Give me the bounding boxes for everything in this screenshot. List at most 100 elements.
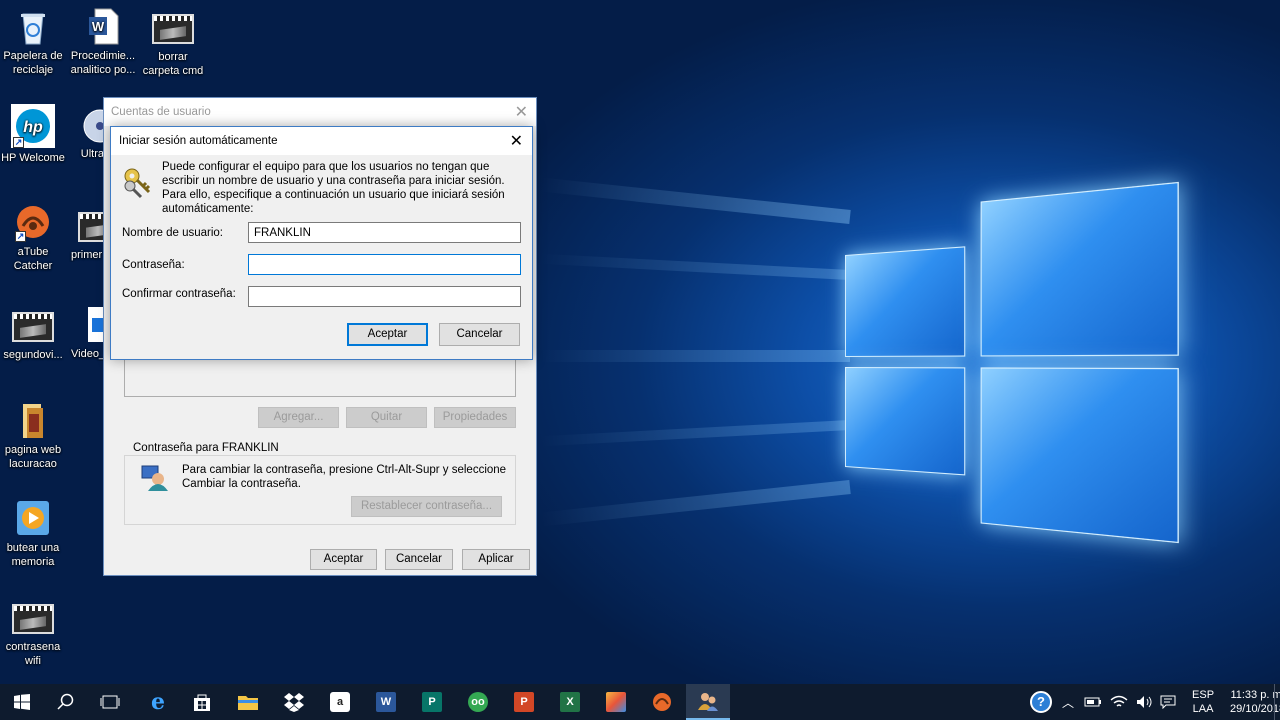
edge-icon: e bbox=[151, 689, 165, 715]
video-file-icon bbox=[80, 304, 104, 344]
paint-button[interactable] bbox=[594, 684, 638, 720]
volume-icon[interactable] bbox=[1136, 695, 1152, 709]
desktop-icon-label: aTube Catcher bbox=[13, 246, 53, 272]
system-tray: ? ︿ ESP LAA 11:33 p. m. 29/10/2018 bbox=[1030, 684, 1280, 720]
excel-button[interactable]: X bbox=[548, 684, 592, 720]
paint-icon bbox=[606, 692, 626, 712]
confirm-password-label: Confirmar contraseña: bbox=[122, 288, 236, 300]
desktop-icon-procedimiento[interactable]: W Procedimie... analitico po... bbox=[70, 6, 136, 77]
reset-password-button[interactable]: Restablecer contraseña... bbox=[351, 496, 502, 517]
media-player-icon bbox=[13, 498, 53, 538]
desktop-icon-label: pagina web lacuracao bbox=[4, 444, 62, 470]
windows-logo bbox=[845, 181, 1180, 544]
dropbox-button[interactable] bbox=[272, 684, 316, 720]
video-thumbnail-icon bbox=[78, 212, 104, 242]
task-view-button[interactable] bbox=[88, 684, 132, 720]
store-icon bbox=[194, 694, 210, 711]
wifi-icon[interactable] bbox=[1110, 695, 1128, 709]
dialog-cancel-button[interactable]: Cancelar bbox=[439, 323, 520, 346]
users-key-icon bbox=[140, 464, 170, 492]
remove-button[interactable]: Quitar bbox=[346, 407, 427, 428]
desktop-icon-primer[interactable]: primer bbox=[68, 212, 104, 262]
atube-catcher-button[interactable] bbox=[640, 684, 684, 720]
battery-icon[interactable] bbox=[1084, 696, 1102, 708]
word-document-icon: W bbox=[83, 6, 123, 46]
windows-start-icon bbox=[14, 694, 30, 710]
desktop-icon-label: butear una memoria bbox=[6, 542, 60, 568]
amazon-button[interactable]: a bbox=[318, 684, 362, 720]
word-icon: W bbox=[376, 692, 396, 712]
close-icon[interactable]: ✕ bbox=[510, 131, 523, 151]
window-title: Cuentas de usuario bbox=[111, 106, 211, 118]
desktop-icon-borrar-carpeta[interactable]: borrar carpeta cmd bbox=[140, 6, 206, 78]
clock[interactable]: 11:33 p. m. 29/10/2018 bbox=[1230, 688, 1280, 716]
desktop-icon-recycle-bin[interactable]: Papelera de reciclaje bbox=[0, 6, 66, 77]
desktop-icon-pagina-web[interactable]: pagina web lacuracao bbox=[0, 400, 66, 471]
desktop-icon-label: segundovi... bbox=[3, 349, 63, 361]
add-button[interactable]: Agregar... bbox=[258, 407, 339, 428]
tripadvisor-button[interactable]: oo bbox=[456, 684, 500, 720]
keyboard-layout: LAA bbox=[1192, 703, 1214, 715]
task-view-icon bbox=[100, 695, 120, 709]
notifications-icon[interactable] bbox=[1160, 695, 1176, 709]
shortcut-arrow-icon: ↗ bbox=[15, 231, 26, 242]
close-icon[interactable]: ✕ bbox=[515, 102, 528, 122]
password-group-title: Contraseña para FRANKLIN bbox=[130, 442, 282, 454]
autologon-dialog: Iniciar sesión automáticamente ✕ Puede c… bbox=[110, 126, 533, 360]
accounts-ok-button[interactable]: Aceptar bbox=[310, 549, 377, 570]
dialog-ok-button[interactable]: Aceptar bbox=[347, 323, 428, 346]
video-thumbnail-icon bbox=[152, 14, 194, 44]
svg-text:hp: hp bbox=[23, 119, 43, 136]
show-desktop-button[interactable] bbox=[1274, 684, 1280, 720]
desktop-icon-segundovi[interactable]: segundovi... bbox=[0, 312, 66, 362]
desktop-icon-label: Video_ bbox=[71, 348, 104, 360]
users-list[interactable] bbox=[124, 360, 516, 397]
user-accounts-taskbar-button[interactable] bbox=[686, 684, 730, 720]
file-explorer-button[interactable] bbox=[226, 684, 270, 720]
taskbar: e a W P oo P X ? ︿ ESP LAA 11:33 p. m. 2… bbox=[0, 684, 1280, 720]
search-button[interactable] bbox=[44, 684, 88, 720]
store-button[interactable] bbox=[180, 684, 224, 720]
powerpoint-icon: P bbox=[514, 692, 534, 712]
password-field[interactable] bbox=[248, 254, 521, 275]
desktop-icon-label: Procedimie... analitico po... bbox=[70, 50, 136, 76]
accounts-apply-button[interactable]: Aplicar bbox=[462, 549, 530, 570]
start-button[interactable] bbox=[0, 684, 44, 720]
language-indicator[interactable]: ESP LAA bbox=[1192, 688, 1214, 716]
dialog-description: Puede configurar el equipo para que los … bbox=[162, 161, 505, 215]
video-thumbnail-icon bbox=[12, 604, 54, 634]
atube-catcher-icon bbox=[653, 693, 671, 711]
search-icon bbox=[57, 693, 74, 710]
username-field[interactable] bbox=[248, 222, 521, 243]
desktop-icon-label: Papelera de reciclaje bbox=[3, 50, 63, 76]
publisher-button[interactable]: P bbox=[410, 684, 454, 720]
desktop-icon-label: HP Welcome bbox=[1, 152, 65, 164]
password-label: Contraseña: bbox=[122, 259, 185, 271]
recycle-bin-icon bbox=[13, 6, 53, 46]
desktop-icon-contrasena-wifi[interactable]: contrasena wifi bbox=[0, 604, 66, 668]
desktop-icon-ultra[interactable]: Ultra bbox=[68, 104, 104, 161]
desktop-icon-hp-welcome[interactable]: hp ↗ HP Welcome bbox=[0, 104, 66, 165]
excel-icon: X bbox=[560, 692, 580, 712]
powerpoint-button[interactable]: P bbox=[502, 684, 546, 720]
dialog-title: Iniciar sesión automáticamente bbox=[119, 135, 278, 147]
confirm-password-field[interactable] bbox=[248, 286, 521, 307]
chevron-up-icon[interactable]: ︿ bbox=[1062, 694, 1074, 711]
autologon-titlebar: Iniciar sesión automáticamente ✕ bbox=[111, 127, 532, 155]
desktop-icon-atube-catcher[interactable]: ↗ aTube Catcher bbox=[0, 202, 66, 273]
accounts-cancel-button[interactable]: Cancelar bbox=[385, 549, 453, 570]
atube-catcher-icon: ↗ bbox=[13, 202, 53, 242]
dropbox-icon bbox=[284, 693, 304, 712]
desktop-icon-label: contrasena wifi bbox=[5, 641, 61, 667]
properties-button[interactable]: Propiedades bbox=[434, 407, 516, 428]
edge-button[interactable]: e bbox=[136, 684, 180, 720]
clock-time: 11:33 p. m. bbox=[1230, 689, 1280, 701]
desktop-icon-butear[interactable]: butear una memoria bbox=[0, 498, 66, 569]
desktop-icon-video[interactable]: Video_ bbox=[68, 304, 104, 361]
password-group-text: Para cambiar la contraseña, presione Ctr… bbox=[182, 464, 507, 490]
user-accounts-titlebar: Cuentas de usuario ✕ bbox=[104, 98, 536, 126]
word-button[interactable]: W bbox=[364, 684, 408, 720]
folder-icon bbox=[13, 400, 53, 440]
svg-text:W: W bbox=[92, 19, 105, 34]
help-icon[interactable]: ? bbox=[1030, 691, 1052, 713]
